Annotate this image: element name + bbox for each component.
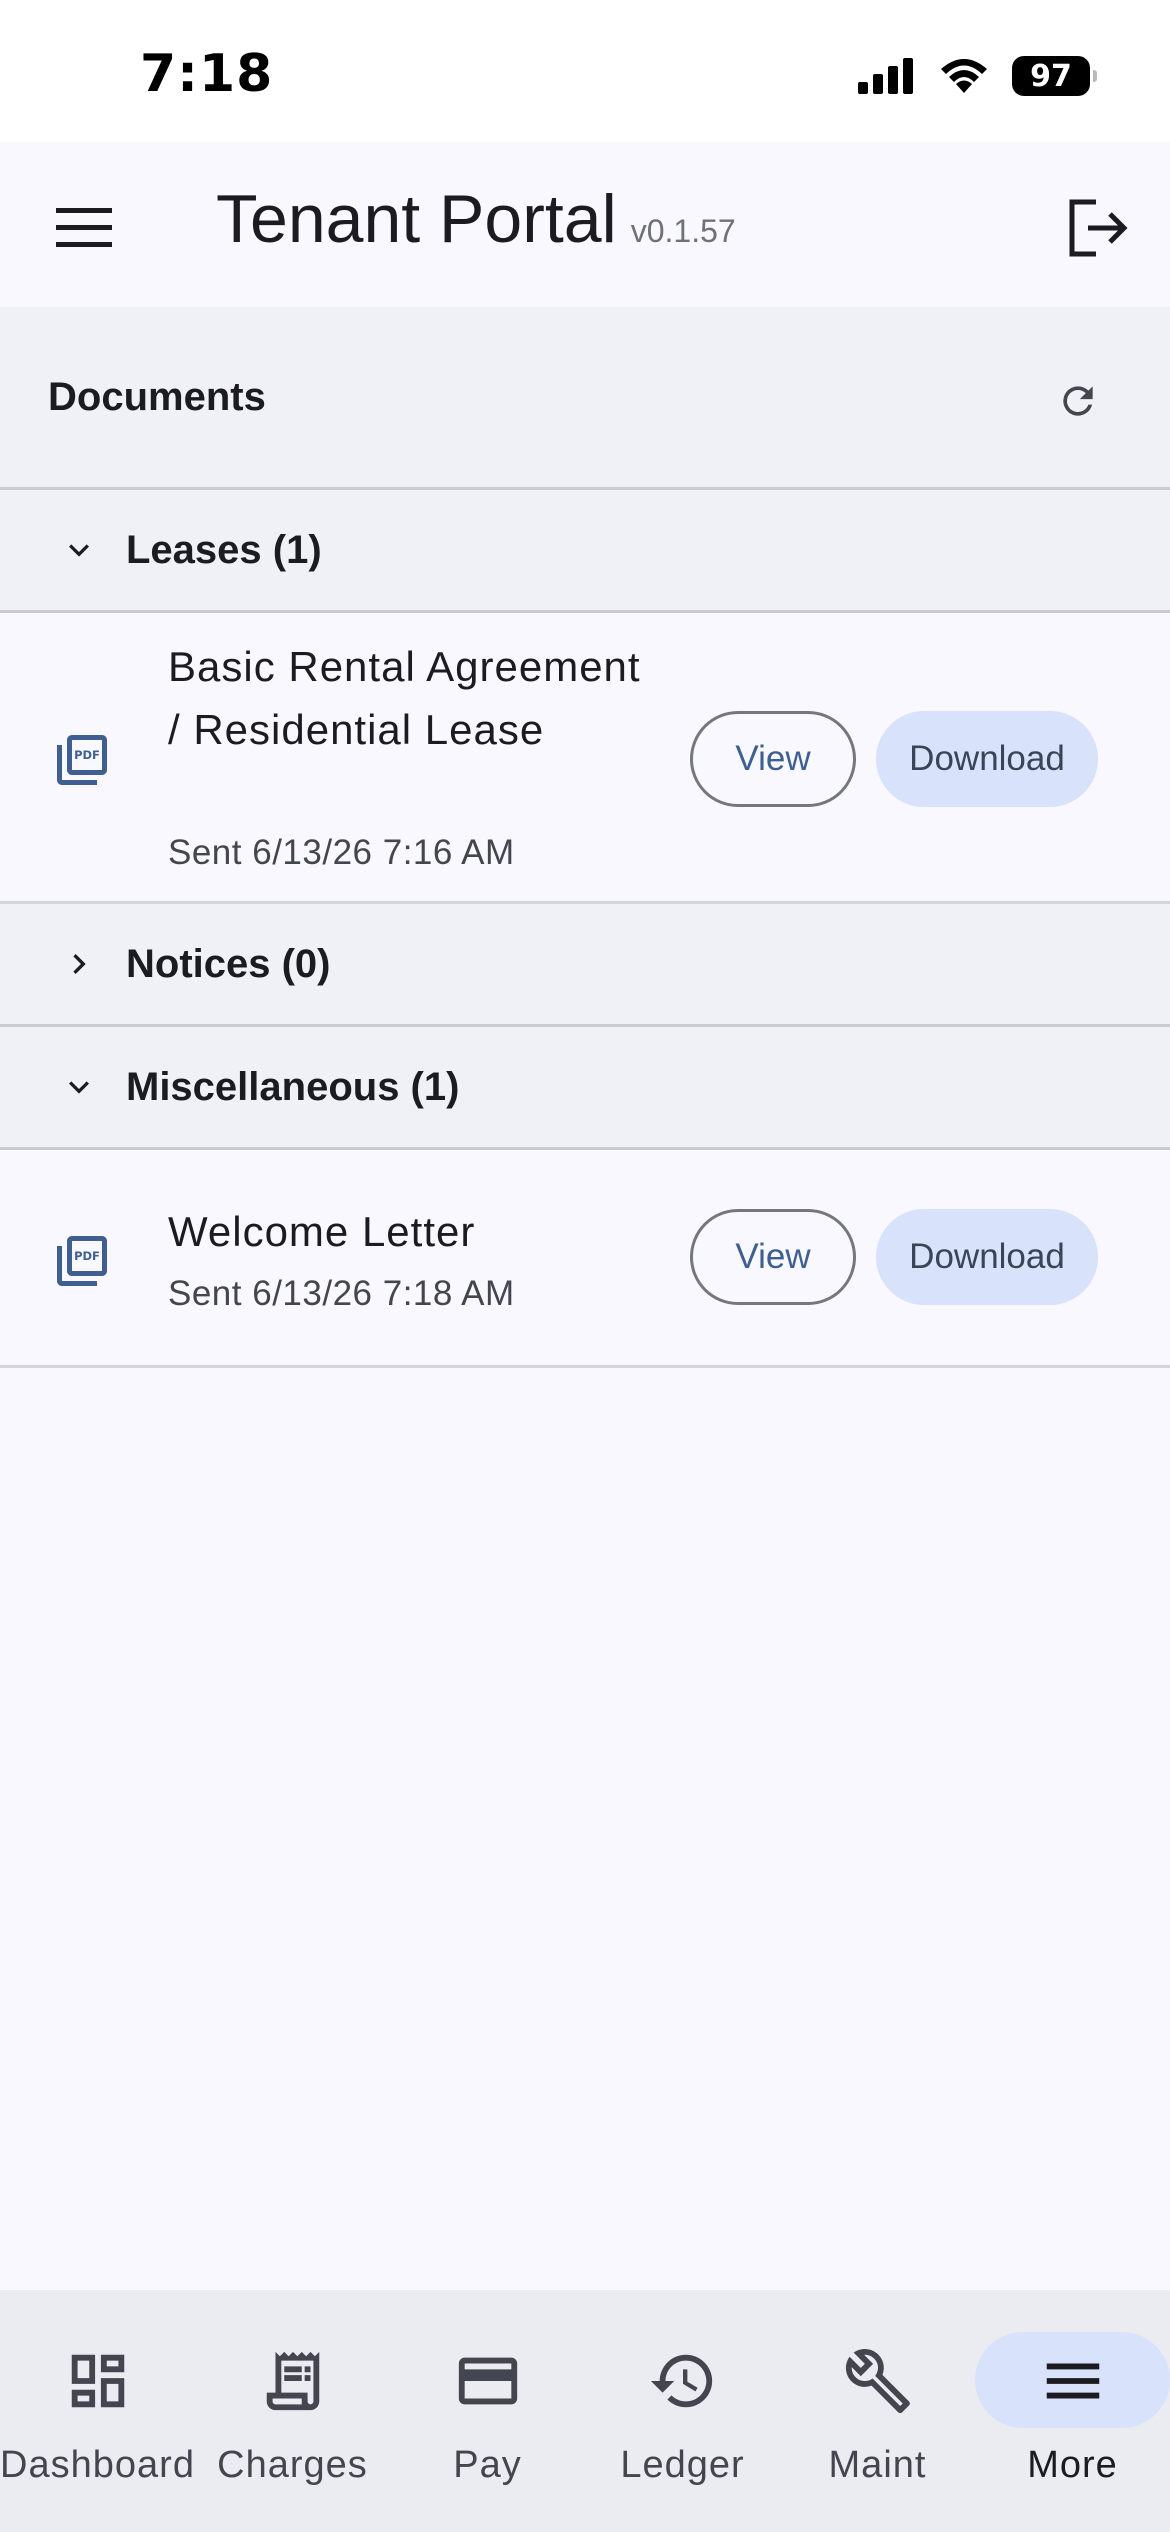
app-title: Tenant Portal v0.1.57	[216, 180, 736, 258]
cellular-signal-icon	[858, 58, 913, 94]
nav-label: Dashboard	[0, 2444, 195, 2486]
nav-label: Charges	[217, 2444, 368, 2486]
chevron-down-icon	[54, 1062, 104, 1112]
app-version: v0.1.57	[630, 213, 736, 249]
section-title: Documents	[48, 375, 266, 419]
document-sent-date: Sent 6/13/26 7:16 AM	[168, 833, 515, 872]
documents-header: Documents	[0, 307, 1170, 490]
receipt-icon	[266, 2351, 319, 2411]
pdf-icon: PDF	[57, 1236, 107, 1286]
wrench-icon	[845, 2348, 910, 2414]
status-bar: 7:18 97	[0, 0, 1170, 142]
group-header-notices[interactable]: Notices (0)	[0, 904, 1170, 1027]
menu-icon	[1046, 2363, 1099, 2399]
nav-item-dashboard[interactable]: Dashboard	[0, 2290, 195, 2532]
battery-level: 97	[1030, 58, 1072, 94]
nav-label: Maint	[828, 2444, 927, 2486]
document-title: Welcome Letter	[168, 1208, 476, 1255]
group-header-leases[interactable]: Leases (1)	[0, 490, 1170, 613]
credit-card-icon	[458, 2357, 517, 2405]
nav-item-maint[interactable]: Maint	[780, 2290, 975, 2532]
wifi-icon	[941, 59, 987, 93]
logout-button[interactable]	[1062, 192, 1134, 264]
group-label: Miscellaneous (1)	[126, 1064, 460, 1109]
hamburger-menu-button[interactable]	[48, 192, 120, 264]
chevron-right-icon	[54, 939, 104, 989]
download-button[interactable]: Download	[876, 1209, 1098, 1305]
pdf-icon: PDF	[57, 735, 107, 785]
nav-label: Ledger	[620, 2444, 745, 2486]
view-button[interactable]: View	[690, 711, 856, 807]
nav-item-charges[interactable]: Charges	[195, 2290, 390, 2532]
history-icon	[650, 2354, 712, 2408]
dashboard-icon	[71, 2354, 124, 2408]
download-button[interactable]: Download	[876, 711, 1098, 807]
view-button[interactable]: View	[690, 1209, 856, 1305]
svg-text:PDF: PDF	[74, 748, 100, 762]
nav-item-pay[interactable]: Pay	[390, 2290, 585, 2532]
document-sent-date: Sent 6/13/26 7:18 AM	[168, 1274, 515, 1313]
logout-icon	[1069, 199, 1128, 257]
nav-item-more[interactable]: More	[975, 2290, 1170, 2532]
group-label: Notices (0)	[126, 941, 331, 986]
refresh-button[interactable]	[1050, 373, 1106, 429]
group-header-miscellaneous[interactable]: Miscellaneous (1)	[0, 1027, 1170, 1150]
document-row-lease: PDF Basic Rental Agreement / Residential…	[0, 613, 1170, 904]
status-time: 7:18	[140, 44, 274, 104]
refresh-icon	[1063, 386, 1093, 416]
svg-text:PDF: PDF	[74, 1249, 100, 1263]
bottom-navigation: Dashboard Charges Pay Ledger Maint More	[0, 2290, 1170, 2532]
app-bar: Tenant Portal v0.1.57	[0, 142, 1170, 307]
document-row-welcome-letter: PDF Welcome Letter Sent 6/13/26 7:18 AM …	[0, 1150, 1170, 1368]
app-title-text: Tenant Portal	[216, 181, 617, 257]
battery-indicator: 97	[1012, 56, 1097, 96]
nav-label: Pay	[453, 2444, 522, 2486]
nav-label: More	[1027, 2444, 1118, 2486]
hamburger-icon	[56, 208, 112, 247]
group-label: Leases (1)	[126, 527, 322, 572]
document-title: Basic Rental Agreement / Residential Lea…	[168, 643, 641, 753]
chevron-down-icon	[54, 525, 104, 575]
status-icons: 97	[858, 56, 1097, 96]
nav-item-ledger[interactable]: Ledger	[585, 2290, 780, 2532]
